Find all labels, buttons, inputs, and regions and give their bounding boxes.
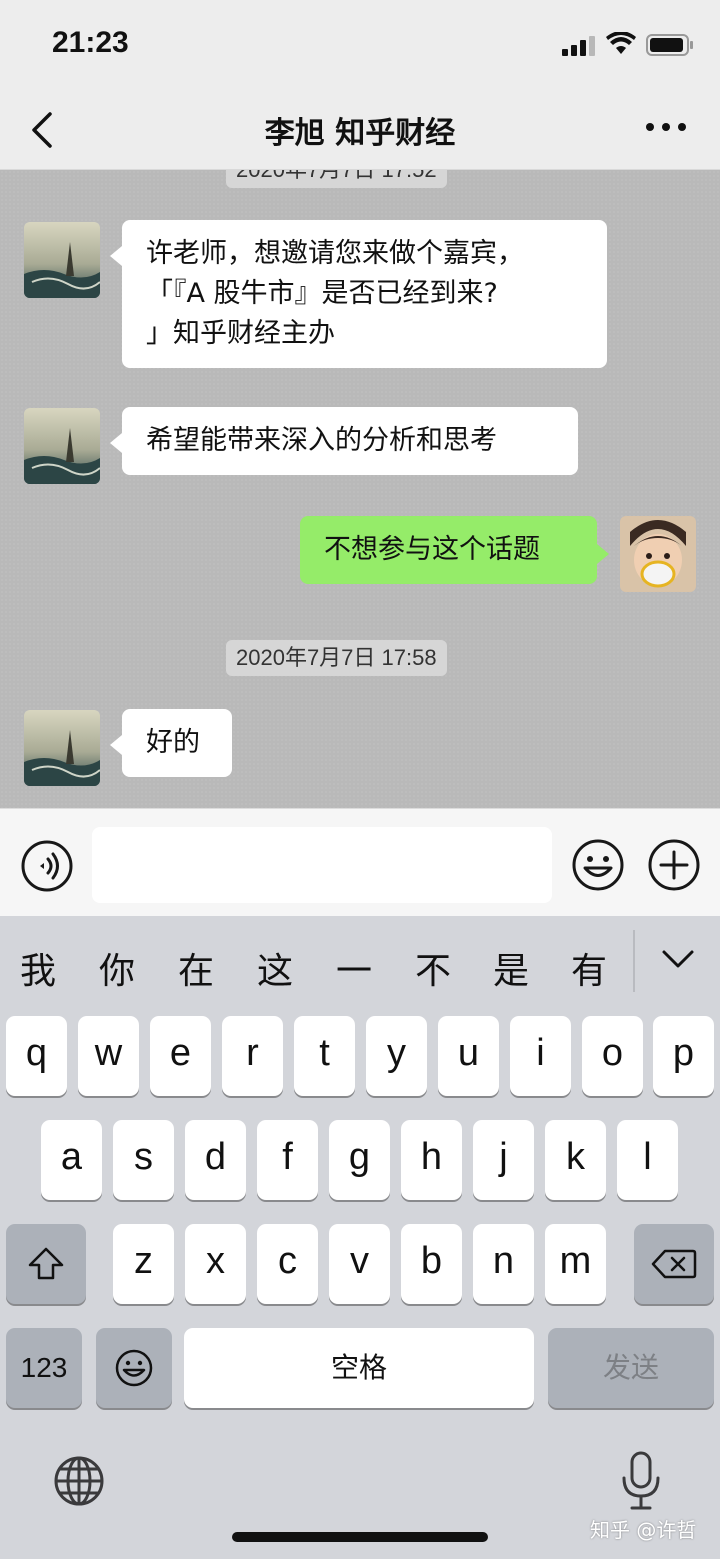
status-bar: 21:23: [0, 0, 720, 92]
shift-key[interactable]: [6, 1224, 86, 1304]
key-q[interactable]: q: [6, 1016, 67, 1096]
cellular-signal-icon: [562, 36, 595, 56]
message-input[interactable]: [92, 827, 552, 903]
key-v[interactable]: v: [329, 1224, 390, 1304]
candidate-word[interactable]: 在: [166, 942, 226, 994]
key-r[interactable]: r: [222, 1016, 283, 1096]
key-h[interactable]: h: [401, 1120, 462, 1200]
key-i[interactable]: i: [510, 1016, 571, 1096]
candidate-word[interactable]: 不: [403, 942, 463, 994]
candidate-word[interactable]: 你: [87, 942, 147, 994]
key-b[interactable]: b: [401, 1224, 462, 1304]
message-text: 希望能带来深入的分析和思考: [146, 425, 497, 456]
message-bubble[interactable]: 好的: [110, 709, 232, 777]
shift-arrow-icon: [28, 1247, 64, 1280]
chat-header: 李旭 知乎财经: [0, 92, 720, 170]
key-a[interactable]: a: [41, 1120, 102, 1200]
key-s[interactable]: s: [113, 1120, 174, 1200]
message-text: 许老师，想邀请您来做个嘉宾，: [146, 238, 524, 269]
candidate-word[interactable]: 是: [481, 942, 541, 994]
timestamp: 2020年7月7日 17:52: [226, 170, 447, 188]
sent-message-bubble[interactable]: 不想参与这个话题: [300, 516, 609, 584]
more-options-icon[interactable]: [644, 120, 688, 134]
my-avatar[interactable]: [620, 516, 696, 592]
battery-icon: [646, 34, 693, 56]
send-key[interactable]: 发送: [548, 1328, 714, 1408]
contact-avatar[interactable]: [24, 710, 100, 786]
key-m[interactable]: m: [545, 1224, 606, 1304]
key-k[interactable]: k: [545, 1120, 606, 1200]
candidate-word[interactable]: 这: [245, 942, 305, 994]
message-text: 「『A 股牛市』是否已经到来?: [146, 278, 498, 309]
microphone-icon[interactable]: [620, 1450, 662, 1512]
key-n[interactable]: n: [473, 1224, 534, 1304]
message-text: 好的: [146, 727, 200, 758]
input-bar: [0, 808, 720, 916]
key-e[interactable]: e: [150, 1016, 211, 1096]
child-avatar-image: [620, 516, 696, 592]
key-g[interactable]: g: [329, 1120, 390, 1200]
delete-key[interactable]: [634, 1224, 714, 1304]
emoji-icon[interactable]: [570, 837, 626, 893]
key-f[interactable]: f: [257, 1120, 318, 1200]
seascape-avatar-image: [24, 710, 100, 786]
message-bubble[interactable]: 许老师，想邀请您来做个嘉宾， 「『A 股牛市』是否已经到来? 」知乎财经主办: [110, 220, 607, 368]
candidate-word[interactable]: 有: [559, 942, 619, 994]
key-u[interactable]: u: [438, 1016, 499, 1096]
message-text: 」知乎财经主办: [146, 318, 335, 349]
chat-title: 李旭 知乎财经: [264, 116, 456, 151]
key-t[interactable]: t: [294, 1016, 355, 1096]
seascape-avatar-image: [24, 408, 100, 484]
contact-avatar[interactable]: [24, 408, 100, 484]
candidate-word[interactable]: 我: [8, 942, 68, 994]
space-key[interactable]: 空格: [184, 1328, 534, 1408]
key-l[interactable]: l: [617, 1120, 678, 1200]
emoji-keyboard-key[interactable]: [96, 1328, 172, 1408]
globe-icon[interactable]: [52, 1454, 106, 1508]
key-p[interactable]: p: [653, 1016, 714, 1096]
divider: [633, 930, 635, 992]
keyboard: 我 你 在 这 一 不 是 有 q w e r t y u i o p a s …: [0, 916, 720, 1559]
candidate-bar: 我 你 在 这 一 不 是 有: [0, 916, 720, 1016]
chevron-down-icon[interactable]: [660, 944, 696, 972]
numbers-key[interactable]: 123: [6, 1328, 82, 1408]
key-w[interactable]: w: [78, 1016, 139, 1096]
emoji-icon: [115, 1349, 153, 1387]
timestamp: 2020年7月7日 17:58: [226, 640, 447, 676]
key-c[interactable]: c: [257, 1224, 318, 1304]
message-bubble[interactable]: 希望能带来深入的分析和思考: [110, 407, 578, 475]
seascape-avatar-image: [24, 222, 100, 298]
status-time: 21:23: [52, 26, 129, 59]
key-z[interactable]: z: [113, 1224, 174, 1304]
voice-input-icon[interactable]: [20, 839, 74, 893]
message-list[interactable]: 2020年7月7日 17:52 许老师，想邀请您来做个嘉宾， 「『A 股牛市』是…: [0, 170, 720, 808]
key-y[interactable]: y: [366, 1016, 427, 1096]
candidate-word[interactable]: 一: [324, 942, 384, 994]
watermark: 知乎 @许哲: [590, 1518, 697, 1542]
key-o[interactable]: o: [582, 1016, 643, 1096]
key-d[interactable]: d: [185, 1120, 246, 1200]
key-x[interactable]: x: [185, 1224, 246, 1304]
contact-avatar[interactable]: [24, 222, 100, 298]
more-actions-plus-icon[interactable]: [646, 837, 702, 893]
key-j[interactable]: j: [473, 1120, 534, 1200]
wifi-icon: [606, 32, 636, 54]
home-indicator[interactable]: [232, 1532, 488, 1542]
backspace-icon: [651, 1249, 697, 1279]
message-text: 不想参与这个话题: [324, 534, 540, 565]
